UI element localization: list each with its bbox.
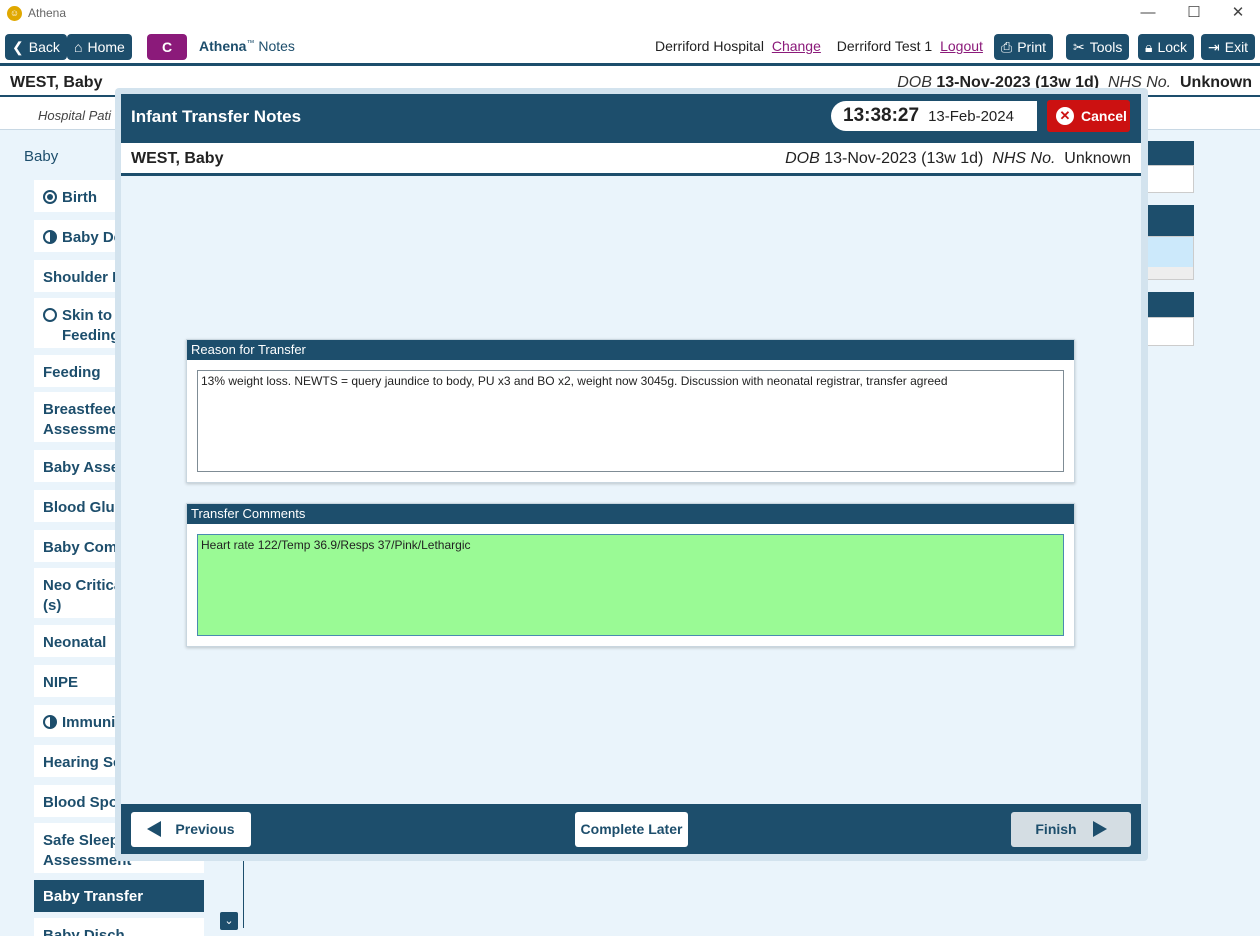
tools-label: Tools [1089,39,1123,55]
close-window-button[interactable]: ✕ [1216,2,1260,26]
clock-display: 13:38:27 13-Feb-2024 [831,101,1037,131]
sidebar-item-label: Neo Critica (s) [43,577,123,614]
scroll-down-icon[interactable]: ⌄ [220,912,238,930]
reason-section: Reason for Transfer 13% weight loss. NEW… [186,339,1075,483]
home-label: Home [87,39,125,55]
sidebar-item-label: Baby De [62,229,123,246]
reason-heading: Reason for Transfer [187,340,1074,360]
change-hospital-link[interactable]: Change [772,38,821,54]
sidebar-item-label: Feeding [43,364,101,381]
chevron-left-icon: ❮ [12,39,24,55]
comments-section: Transfer Comments Heart rate 122/Temp 36… [186,503,1075,647]
comments-heading: Transfer Comments [187,504,1074,524]
exit-icon: ⇥ [1208,39,1220,55]
sidebar-item-label: Breastfeedi Assessmen [43,401,127,438]
bg-panel-header [1142,205,1194,237]
bg-panel [1142,317,1194,346]
finish-label: Finish [1035,821,1077,837]
divider-line [243,850,244,928]
bg-panel-header [1142,292,1194,317]
previous-label: Previous [175,821,235,837]
patient-name: WEST, Baby [10,74,103,91]
finish-button[interactable]: Finish [1011,812,1131,847]
close-circle-icon: ✕ [1056,107,1074,125]
lock-label: Lock [1157,39,1188,55]
bg-panel [1142,236,1194,280]
modal-nhs-label: NHS No. [992,150,1056,167]
sidebar-item-label: Baby Comr [43,539,124,556]
logout-link[interactable]: Logout [940,38,983,54]
brand-tm: ™ [246,38,255,48]
sidebar-item-label: Neonatal [43,634,107,651]
lock-icon: 🔒︎ [1145,39,1153,55]
modal-dob-value: 13-Nov-2023 (13w 1d) [824,150,984,167]
sidebar-item-label: Baby Transfer [43,888,144,905]
brand-suffix: Notes [258,38,295,54]
maximize-button[interactable]: ☐ [1172,2,1216,26]
c-button[interactable]: C [147,34,187,60]
home-button[interactable]: ⌂ Home [67,34,132,60]
bg-panel [1142,165,1194,193]
clock-date: 13-Feb-2024 [928,108,1014,125]
tools-button[interactable]: ✂ Tools [1066,34,1130,60]
cancel-button[interactable]: ✕ Cancel [1047,100,1130,132]
modal-body [121,176,1141,804]
app-brand: Athena™ Notes [199,38,295,54]
printer-icon: ⎙ [1001,39,1013,55]
arrow-right-icon [1092,821,1107,837]
cancel-label: Cancel [1081,108,1127,124]
modal-patient-name: WEST, Baby [131,150,224,167]
modal-title: Infant Transfer Notes [131,107,302,126]
modal-patient-details: DOB 13-Nov-2023 (13w 1d) NHS No. Unknown [785,150,1131,168]
main-toolbar: ❮ Back ⌂ Home C ⎙ Print ✂ Tools 🔒︎ Lock ⇥ Exit [0,28,1260,66]
sidebar-item[interactable]: Baby Transfer [34,880,204,912]
status-empty-icon [43,308,57,322]
minimize-button[interactable]: — [1126,2,1170,26]
user-name: Derriford Test 1 [836,38,933,54]
back-label: Back [28,39,60,55]
reason-textarea[interactable]: 13% weight loss. NEWTS = query jaundice … [197,370,1064,472]
modal-patient-banner: WEST, Baby DOB 13-Nov-2023 (13w 1d) NHS … [121,140,1141,176]
exit-button[interactable]: ⇥ Exit [1201,34,1256,60]
modal-nhs-value: Unknown [1064,150,1131,167]
bg-panel-header [1142,141,1194,165]
sidebar-item-label: Hearing Sc [43,754,122,771]
sidebar-item[interactable]: Baby Disch [34,918,204,936]
status-partial-icon [43,715,57,729]
sidebar-item-label: Blood Spot [43,794,123,811]
status-complete-icon [43,190,57,204]
status-partial-icon [43,230,57,244]
window-titlebar: ☺ Athena — ☐ ✕ [0,0,1260,28]
exit-label: Exit [1224,39,1249,55]
session-info: Derriford Hospital Change Derriford Test… [655,38,983,54]
arrow-left-icon [147,821,162,837]
sidebar-item-label: Birth [62,189,97,206]
window-title: Athena [28,6,67,20]
brand-name: Athena [199,38,247,54]
sidebar-item-label: Baby Disch [43,927,125,936]
comments-textarea[interactable]: Heart rate 122/Temp 36.9/Resps 37/Pink/L… [197,534,1064,636]
complete-later-button[interactable]: Complete Later [575,812,688,847]
sidebar-item-label: NIPE [43,674,79,691]
print-button[interactable]: ⎙ Print [994,34,1053,60]
back-button[interactable]: ❮ Back [5,34,67,60]
hospital-name: Derriford Hospital [655,38,764,54]
athena-logo-icon: ☺ [7,6,22,21]
previous-button[interactable]: Previous [131,812,251,847]
nhs-value: Unknown [1180,74,1252,91]
modal-header: Infant Transfer Notes 13:38:27 13-Feb-202… [121,94,1141,140]
sidebar-item-label: Shoulder D [43,269,124,286]
print-label: Print [1017,39,1046,55]
modal-footer: Previous Complete Later Finish [121,804,1141,854]
tools-icon: ✂ [1073,39,1085,55]
lock-button[interactable]: 🔒︎ Lock [1138,34,1195,60]
modal-dob-label: DOB [785,150,820,167]
clock-time: 13:38:27 [843,105,920,126]
sidebar-item-label: Blood Gluc [43,499,123,516]
home-icon: ⌂ [74,39,83,55]
location-text: Hospital Pati [38,108,111,123]
